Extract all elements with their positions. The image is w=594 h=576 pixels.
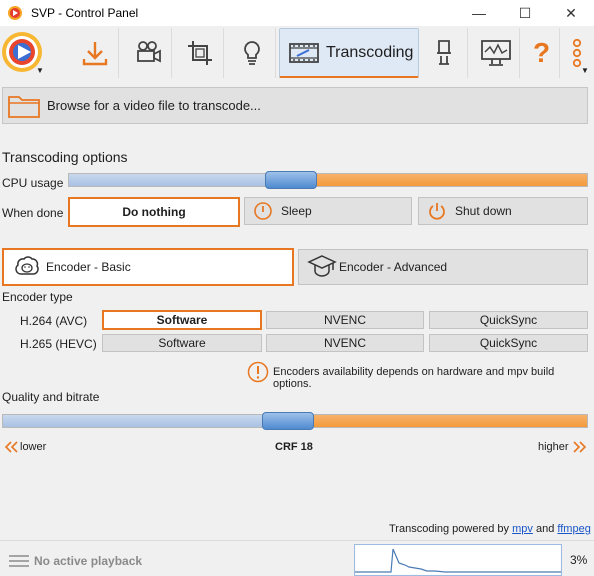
graduate-icon [307, 255, 337, 277]
mpv-link[interactable]: mpv [512, 523, 533, 535]
when-done-nothing-button[interactable]: Do nothing [68, 197, 240, 227]
h264-software-label: Software [156, 313, 208, 327]
when-done-sleep-button[interactable]: Sleep [244, 197, 412, 225]
crop-icon [187, 41, 212, 65]
h265-quicksync-label: QuickSync [479, 336, 538, 350]
quality-thumb[interactable] [262, 412, 314, 430]
transcoding-icon [289, 42, 319, 63]
encoder-advanced-button[interactable]: Encoder - Advanced [298, 249, 588, 285]
h264-quicksync-label: QuickSync [479, 313, 538, 327]
help-icon: ? [532, 37, 551, 68]
folder-icon [8, 95, 40, 118]
encoder-basic-button[interactable]: Encoder - Basic [2, 248, 294, 286]
tab-transcoding-label: Transcoding [326, 43, 414, 61]
svp-app-icon [8, 6, 22, 20]
cpu-usage-slider[interactable] [68, 173, 588, 187]
title-bar: SVP - Control Panel — ☐ ✕ [0, 0, 594, 26]
minimize-button[interactable]: — [456, 0, 502, 26]
transcoding-options-title: Transcoding options [2, 149, 128, 165]
window-title: SVP - Control Panel [31, 6, 139, 20]
when-done-shutdown-button[interactable]: Shut down [418, 197, 588, 225]
powered-prefix: Transcoding powered by [389, 523, 510, 535]
powered-and: and [535, 523, 555, 535]
maximize-icon: ☐ [518, 4, 532, 21]
h265-nvenc-button[interactable]: NVENC [266, 334, 424, 352]
when-done-label: When done [2, 206, 64, 220]
cpu-usage-label: CPU usage [2, 176, 64, 190]
h265-software-label: Software [158, 336, 206, 350]
toolbar: ▼ Transcoding ? ▼ [0, 26, 594, 82]
encoder-note: Encoders availability depends on hardwar… [273, 366, 555, 390]
powered-by-text: Transcoding powered by mpv and ffmpeg [389, 523, 591, 535]
h264-quicksync-button[interactable]: QuickSync [429, 311, 588, 329]
close-button[interactable]: ✕ [548, 0, 594, 26]
codec-h265-label: H.265 (HEVC) [20, 337, 97, 351]
status-bar: No active playback 3% [0, 540, 594, 576]
menu-icon[interactable] [9, 555, 29, 567]
encoder-type-label: Encoder type [2, 290, 73, 304]
cpu-usage-fill [69, 174, 292, 186]
lamp-icon [436, 40, 451, 65]
when-done-shutdown-label: Shut down [455, 204, 512, 218]
h265-nvenc-label: NVENC [323, 336, 366, 350]
maximize-button[interactable]: ☐ [502, 0, 548, 26]
camera-icon [136, 41, 161, 63]
minimize-icon: — [472, 5, 486, 21]
close-icon: ✕ [565, 4, 577, 21]
h264-nvenc-button[interactable]: NVENC [266, 311, 424, 329]
cpu-graph-line [354, 545, 562, 576]
monitor-button[interactable] [472, 28, 520, 78]
double-chevron-left-icon [4, 441, 18, 453]
cpu-percent: 3% [570, 553, 588, 567]
info-icon [247, 361, 269, 383]
help-button[interactable]: ? [524, 28, 560, 78]
cpu-usage-track [292, 174, 587, 186]
quality-higher-label: higher [538, 441, 569, 453]
monitor-icon [480, 40, 511, 66]
sheep-icon [15, 256, 39, 275]
when-done-nothing-label: Do nothing [122, 205, 186, 219]
h264-software-button[interactable]: Software [102, 310, 262, 330]
quality-track [289, 415, 587, 427]
lamp-button[interactable] [420, 28, 468, 78]
cpu-usage-thumb[interactable] [265, 171, 317, 189]
crop-button[interactable] [176, 28, 224, 78]
tab-transcoding[interactable]: Transcoding [279, 28, 419, 78]
playback-status: No active playback [34, 554, 143, 568]
quality-value: CRF 18 [275, 441, 313, 453]
ffmpeg-link[interactable]: ffmpeg [557, 523, 590, 535]
h264-nvenc-label: NVENC [323, 313, 366, 327]
browse-file-button[interactable]: Browse for a video file to transcode... [2, 87, 588, 124]
codec-h264-label: H.264 (AVC) [20, 314, 88, 328]
h265-quicksync-button[interactable]: QuickSync [429, 334, 588, 352]
lightbulb-button[interactable] [228, 28, 276, 78]
camera-button[interactable] [124, 28, 172, 78]
lightbulb-icon [243, 41, 260, 65]
toolbar-dropdown-icon[interactable]: ▼ [581, 66, 589, 75]
browse-label: Browse for a video file to transcode... [47, 98, 261, 113]
when-done-sleep-label: Sleep [281, 204, 312, 218]
sleep-icon [254, 202, 272, 220]
quality-title: Quality and bitrate [2, 390, 100, 404]
download-button[interactable] [71, 28, 119, 78]
quality-lower-label: lower [20, 441, 47, 453]
download-icon [82, 42, 107, 66]
cpu-usage-graph [354, 544, 562, 576]
more-icon [572, 38, 582, 68]
double-chevron-right-icon [573, 441, 587, 453]
h265-software-button[interactable]: Software [102, 334, 262, 352]
encoder-basic-label: Encoder - Basic [46, 260, 131, 274]
quality-fill [3, 415, 289, 427]
power-icon [429, 203, 445, 220]
logo-dropdown-icon[interactable]: ▼ [36, 66, 44, 75]
encoder-advanced-label: Encoder - Advanced [339, 260, 448, 274]
